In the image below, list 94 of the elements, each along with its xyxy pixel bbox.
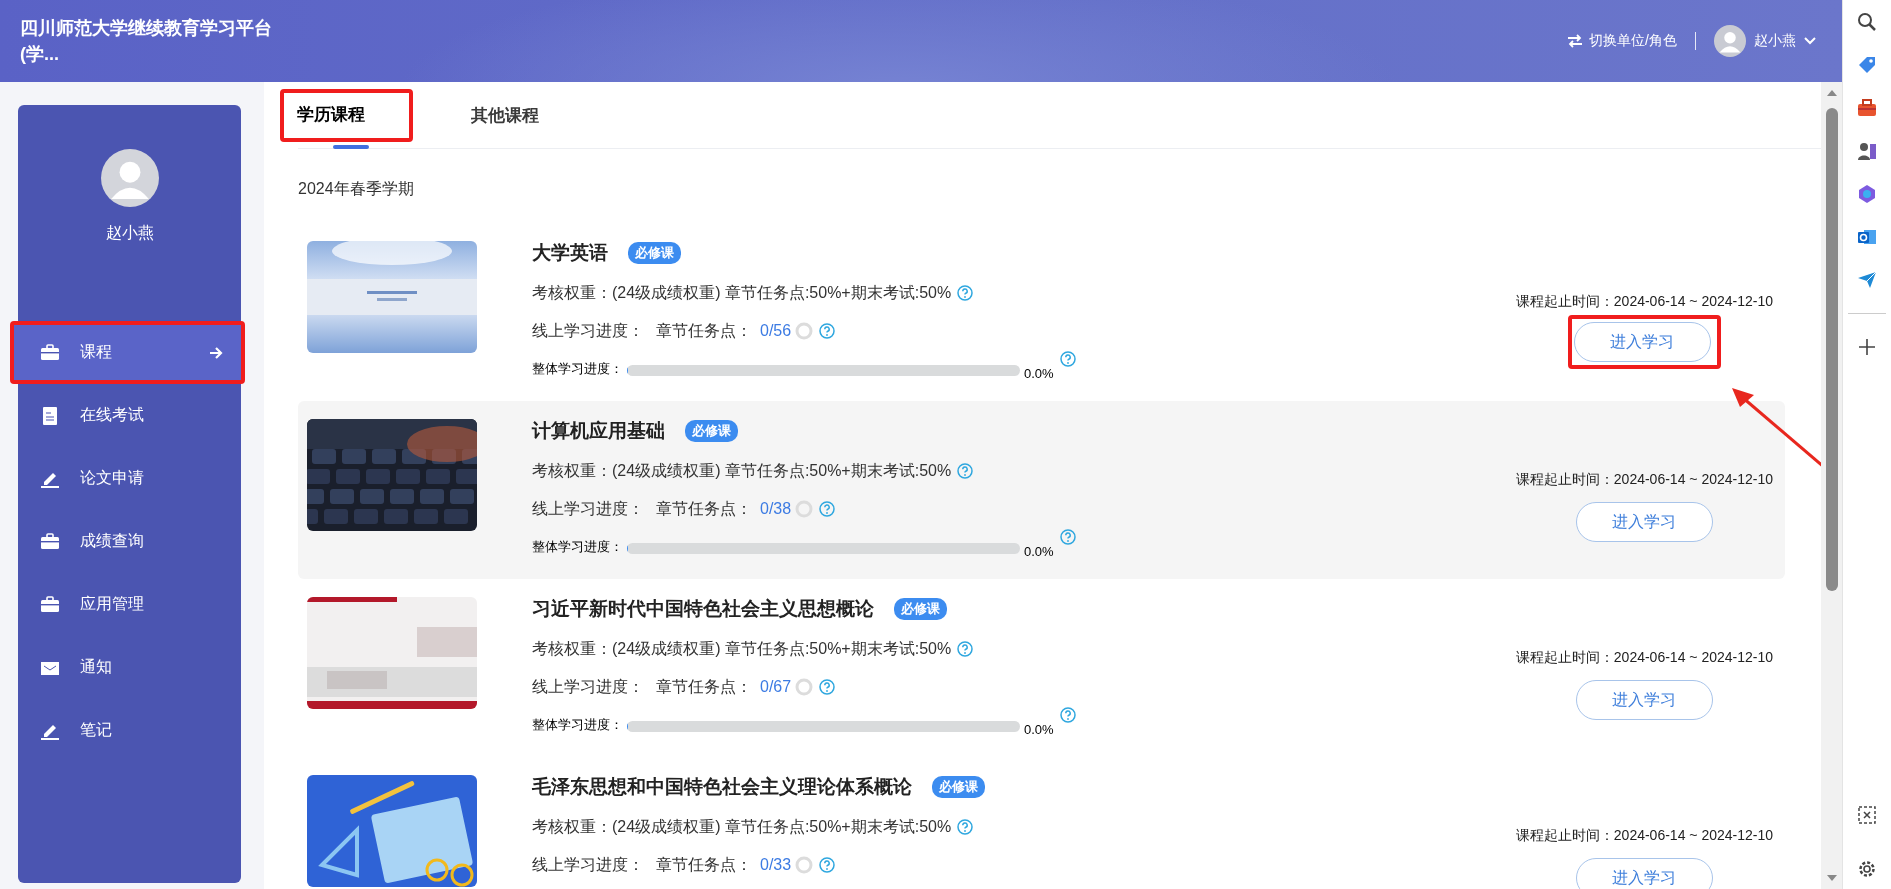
progress-percent: 0.0%	[1024, 365, 1054, 381]
progress-label: 线上学习进度：	[532, 498, 644, 519]
help-icon[interactable]	[957, 463, 974, 479]
overall-label: 整体学习进度：	[532, 716, 624, 734]
sidebar-item[interactable]: 笔记	[18, 699, 241, 762]
period-dates: 2024-06-14 ~ 2024-12-10	[1613, 293, 1773, 309]
progress-label: 线上学习进度：	[532, 854, 644, 875]
progress-percent: 0.0%	[1024, 721, 1054, 737]
progress-ring-icon	[795, 856, 814, 874]
help-icon[interactable]	[1059, 351, 1076, 367]
enter-study-button[interactable]: 进入学习	[1573, 322, 1711, 362]
weight-value: (24级成绩权重) 章节任务点:50%+期末考试:50%	[612, 638, 952, 659]
progress-ring-icon	[795, 500, 814, 518]
task-count: 0/56	[760, 322, 792, 340]
weight-label: 考核权重：	[532, 282, 612, 303]
help-icon[interactable]	[957, 641, 974, 657]
briefcase-icon	[40, 343, 60, 362]
weight-value: (24级成绩权重) 章节任务点:50%+期末考试:50%	[612, 816, 952, 837]
progress-label: 线上学习进度：	[532, 676, 644, 697]
overall-label: 整体学习进度：	[532, 360, 624, 378]
help-icon[interactable]	[819, 501, 836, 517]
help-icon[interactable]	[819, 679, 836, 695]
task-count: 0/67	[760, 678, 792, 696]
swap-icon	[1567, 34, 1584, 48]
briefcase-icon	[40, 595, 60, 614]
task-label: 章节任务点：	[656, 676, 752, 697]
sidebar-item[interactable]: 成绩查询	[18, 510, 241, 573]
enter-study-button[interactable]: 进入学习	[1575, 502, 1713, 542]
weight-label: 考核权重：	[532, 638, 612, 659]
period-label: 课程起止时间：	[1515, 649, 1614, 665]
help-icon[interactable]	[957, 819, 974, 835]
term-heading: 2024年春季学期	[298, 179, 415, 199]
site-title: 四川师范大学继续教育学习平台(学...	[20, 17, 273, 66]
task-label: 章节任务点：	[656, 498, 752, 519]
weight-label: 考核权重：	[532, 816, 612, 837]
period-label: 课程起止时间：	[1515, 293, 1614, 309]
sidebar-item[interactable]: 应用管理	[18, 573, 241, 636]
chevron-down-icon	[1804, 37, 1816, 45]
progress-ring-icon	[795, 322, 814, 340]
progress-label: 线上学习进度：	[532, 320, 644, 341]
enter-study-button[interactable]: 进入学习	[1575, 858, 1713, 889]
task-label: 章节任务点：	[656, 854, 752, 875]
required-tag: 必修课	[932, 776, 985, 798]
progress-ring-icon	[795, 678, 814, 696]
sidebar-item[interactable]: 在线考试	[18, 384, 241, 447]
course-title[interactable]: 计算机应用基础	[532, 418, 665, 444]
help-icon[interactable]	[819, 323, 836, 339]
task-count: 0/33	[760, 856, 792, 874]
help-icon[interactable]	[957, 285, 974, 301]
sidebar-item[interactable]: 课程	[14, 325, 241, 380]
document-icon	[40, 406, 60, 425]
user-menu[interactable]: 赵小燕	[1714, 25, 1816, 57]
user-name: 赵小燕	[105, 223, 154, 243]
weight-label: 考核权重：	[532, 460, 612, 481]
paper-plane-icon[interactable]	[1857, 270, 1877, 290]
avatar-icon	[1714, 25, 1746, 57]
help-icon[interactable]	[1059, 707, 1076, 723]
period-label: 课程起止时间：	[1515, 827, 1614, 843]
help-icon[interactable]	[1059, 529, 1076, 545]
task-count: 0/38	[760, 500, 792, 518]
sidebar-item[interactable]: 通知	[18, 636, 241, 699]
weight-value: (24级成绩权重) 章节任务点:50%+期末考试:50%	[612, 282, 952, 303]
avatar-icon	[100, 149, 159, 207]
period-dates: 2024-06-14 ~ 2024-12-10	[1613, 649, 1773, 665]
briefcase-icon	[40, 532, 60, 551]
course-title[interactable]: 毛泽东思想和中国特色社会主义理论体系概论	[532, 774, 912, 800]
tab[interactable]: 其他课程	[471, 103, 539, 127]
plus-icon[interactable]	[1857, 337, 1877, 357]
sidebar-item[interactable]: 论文申请	[18, 447, 241, 510]
overall-label: 整体学习进度：	[532, 538, 624, 556]
required-tag: 必修课	[628, 242, 681, 264]
course-title[interactable]: 习近平新时代中国特色社会主义思想概论	[532, 596, 874, 622]
task-label: 章节任务点：	[656, 320, 752, 341]
help-icon[interactable]	[819, 857, 836, 873]
scrollbar[interactable]	[1821, 82, 1842, 889]
tab-indicator	[333, 145, 369, 149]
settings-icon[interactable]	[1857, 859, 1877, 879]
weight-value: (24级成绩权重) 章节任务点:50%+期末考试:50%	[612, 460, 952, 481]
required-tag: 必修课	[685, 420, 738, 442]
enter-study-button[interactable]: 进入学习	[1575, 680, 1713, 720]
period-label: 课程起止时间：	[1515, 471, 1614, 487]
search-icon[interactable]	[1857, 12, 1877, 32]
switch-role-link[interactable]: 切换单位/角色	[1567, 32, 1677, 50]
progress-percent: 0.0%	[1024, 543, 1054, 559]
screenshot-icon[interactable]	[1857, 805, 1877, 825]
required-tag: 必修课	[894, 598, 947, 620]
course-title[interactable]: 大学英语	[532, 240, 608, 266]
toolbox-icon[interactable]	[1857, 98, 1877, 118]
tag-icon[interactable]	[1857, 55, 1877, 75]
arrow-right-icon	[209, 346, 223, 359]
tab[interactable]: 学历课程	[297, 102, 365, 126]
mail-o-icon[interactable]	[1857, 227, 1877, 247]
period-dates: 2024-06-14 ~ 2024-12-10	[1613, 471, 1773, 487]
period-dates: 2024-06-14 ~ 2024-12-10	[1613, 827, 1773, 843]
